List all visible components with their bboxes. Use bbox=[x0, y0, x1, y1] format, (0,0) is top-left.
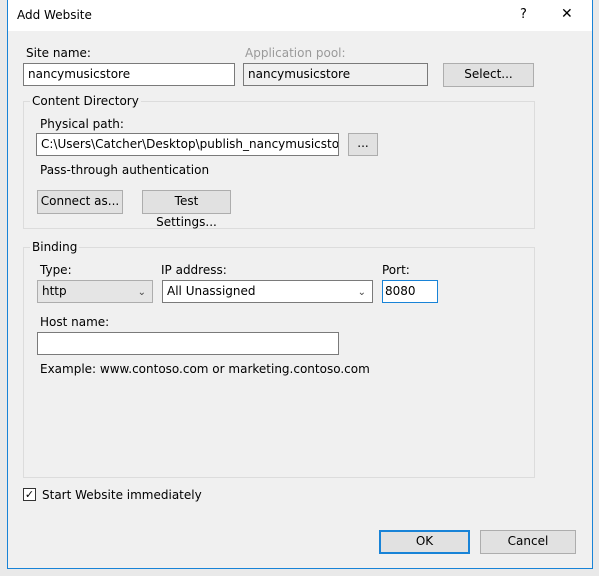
window-title: Add Website bbox=[17, 8, 92, 22]
ip-address-select[interactable]: All Unassigned ⌄ bbox=[162, 280, 373, 303]
physical-path-label: Physical path: bbox=[40, 117, 124, 131]
auth-text: Pass-through authentication bbox=[40, 163, 210, 177]
ip-address-value: All Unassigned bbox=[167, 284, 256, 298]
site-name-input[interactable]: nancymusicstore bbox=[23, 63, 235, 86]
ok-button[interactable]: OK bbox=[379, 530, 470, 554]
type-select[interactable]: http ⌄ bbox=[37, 280, 153, 303]
app-pool-input: nancymusicstore bbox=[243, 63, 428, 86]
chevron-down-icon: ⌄ bbox=[357, 287, 366, 298]
app-pool-label: Application pool: bbox=[245, 46, 346, 60]
ip-address-label: IP address: bbox=[161, 263, 227, 277]
host-name-input[interactable] bbox=[37, 332, 339, 355]
content-directory-legend: Content Directory bbox=[30, 94, 141, 108]
type-value: http bbox=[42, 284, 67, 298]
host-name-label: Host name: bbox=[40, 315, 110, 329]
port-input[interactable]: 8080 bbox=[382, 280, 438, 303]
add-website-dialog: Add Website ? ✕ Site name: nancymusicsto… bbox=[7, 0, 593, 569]
title-bar: Add Website ? ✕ bbox=[8, 0, 592, 31]
port-label: Port: bbox=[382, 263, 410, 277]
start-immediately-checkbox[interactable]: ✓ bbox=[23, 488, 36, 501]
start-immediately-label[interactable]: Start Website immediately bbox=[42, 488, 202, 502]
host-example-text: Example: www.contoso.com or marketing.co… bbox=[40, 362, 370, 376]
binding-legend: Binding bbox=[30, 240, 80, 254]
cancel-button[interactable]: Cancel bbox=[480, 530, 576, 554]
close-icon[interactable]: ✕ bbox=[561, 6, 573, 22]
site-name-label: Site name: bbox=[26, 46, 91, 60]
test-settings-button[interactable]: Test Settings... bbox=[142, 190, 231, 229]
connect-as-button[interactable]: Connect as... bbox=[37, 190, 123, 214]
select-app-pool-button[interactable]: Select... bbox=[443, 63, 534, 87]
type-label: Type: bbox=[40, 263, 72, 277]
browse-path-button[interactable]: ... bbox=[348, 133, 378, 156]
help-icon[interactable]: ? bbox=[520, 7, 527, 22]
physical-path-input[interactable]: C:\Users\Catcher\Desktop\publish_nancymu… bbox=[36, 133, 339, 156]
chevron-down-icon: ⌄ bbox=[137, 287, 146, 298]
